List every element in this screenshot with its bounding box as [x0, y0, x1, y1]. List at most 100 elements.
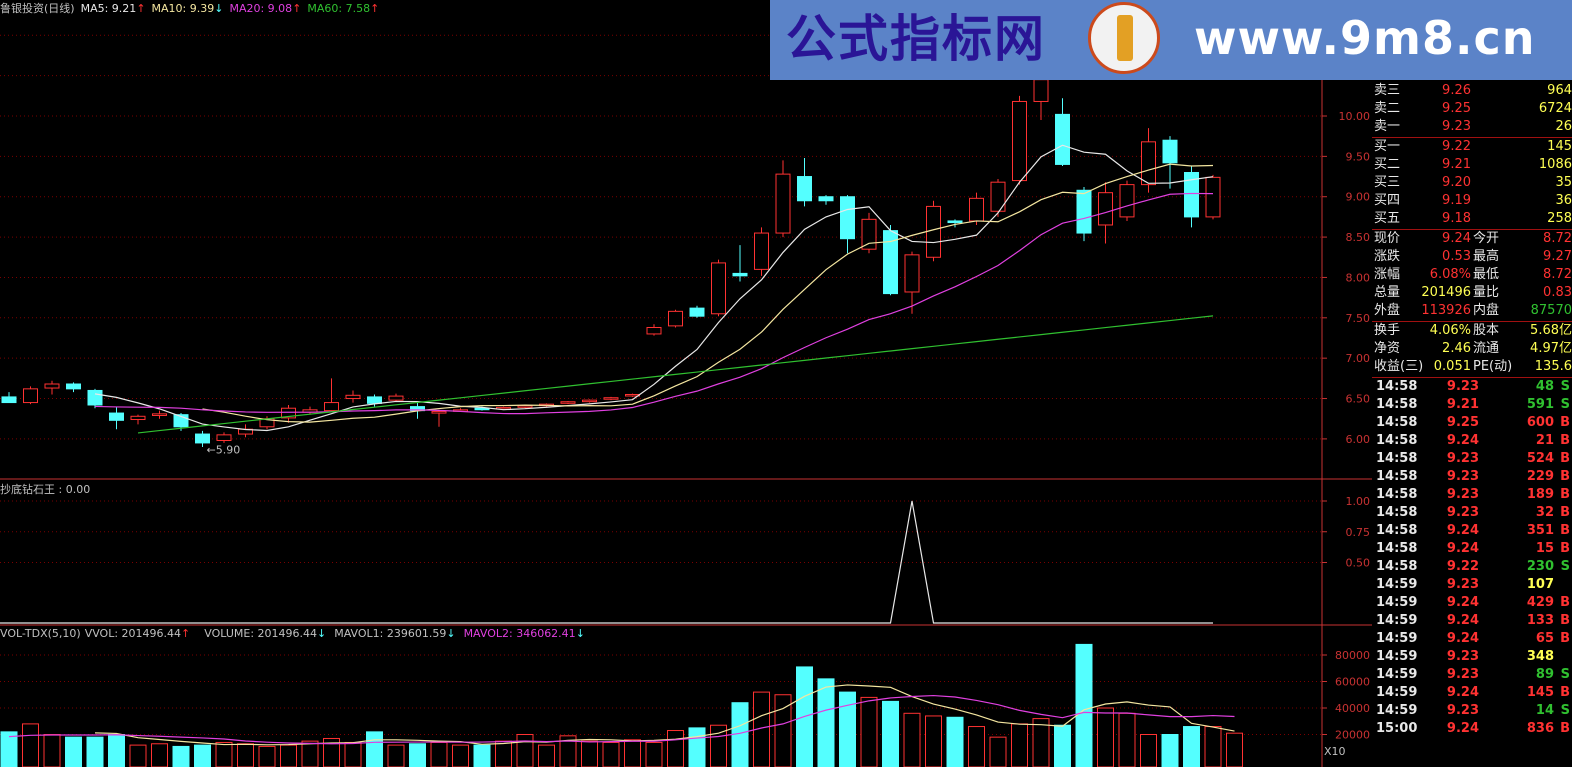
- ma60-value: MA60: 7.58: [307, 2, 371, 15]
- bid-volume: 35: [1555, 175, 1572, 190]
- bid-row: 买一 9.22 145: [1372, 138, 1572, 156]
- candle: [797, 176, 812, 202]
- stat-value: 4.06%: [1429, 323, 1471, 338]
- candle: [130, 415, 146, 421]
- ask-price: 9.23: [1442, 119, 1471, 134]
- tick-time: 14:58: [1376, 451, 1418, 466]
- tick-row: 14:58 9.24 15 B: [1372, 540, 1572, 558]
- stat-row: 现价 9.24 今开 8.72: [1372, 230, 1572, 248]
- tick-row: 14:59 9.23 348: [1372, 648, 1572, 666]
- stat-value: 8.72: [1543, 267, 1572, 282]
- ma20-arrow-icon: ↑: [292, 2, 302, 15]
- tick-row: 14:58 9.23 32 B: [1372, 504, 1572, 522]
- tick-side: S: [1560, 667, 1570, 682]
- tick-time: 14:58: [1376, 433, 1418, 448]
- candle: [732, 272, 748, 277]
- tick-volume: 14: [1535, 703, 1554, 718]
- tick-time: 14:59: [1376, 667, 1418, 682]
- candle: [195, 433, 210, 444]
- tick-side: B: [1560, 451, 1570, 466]
- tick-volume: 351: [1526, 523, 1554, 538]
- tick-side: B: [1560, 685, 1570, 700]
- tick-price: 9.21: [1446, 397, 1479, 412]
- tick-price: 9.24: [1446, 613, 1479, 628]
- quote-panel: 卖三 9.26 964 卖二 9.25 6724 卖一 9.23 26 买一 9.22 145 买二 9.…: [1372, 80, 1572, 767]
- candle: [711, 262, 726, 315]
- mavol2-value: MAVOL2: 346062.41: [463, 627, 576, 640]
- tick-price: 9.23: [1446, 667, 1479, 682]
- tick-row: 14:58 9.23 48 S: [1372, 378, 1572, 396]
- tick-volume: 429: [1526, 595, 1554, 610]
- stat-label: 外盘: [1374, 303, 1401, 318]
- volume-bar: [989, 736, 1007, 767]
- mavol2-arrow-icon: ↓: [575, 627, 585, 640]
- tick-row: 14:58 9.23 524 B: [1372, 450, 1572, 468]
- price-tick-label: 6.00: [1346, 433, 1371, 446]
- volume-bar: [215, 741, 233, 767]
- ask-price: 9.25: [1442, 101, 1471, 116]
- stat-label: 今开: [1473, 231, 1500, 246]
- ask-label: 卖二: [1374, 101, 1401, 116]
- stat-label: 流通: [1473, 341, 1500, 356]
- tick-time: 14:58: [1376, 415, 1418, 430]
- volume-bar: [366, 731, 383, 767]
- candle: [1098, 192, 1113, 226]
- ask-row: 卖三 9.26 964: [1372, 82, 1572, 100]
- tick-row: 15:00 9.24 836 B: [1372, 720, 1572, 738]
- tick-row: 14:59 9.23 89 S: [1372, 666, 1572, 684]
- bid-row: 买三 9.20 35: [1372, 174, 1572, 192]
- stock-chart-area[interactable]: 10.00 9.50 9.00 8.50 8.00 7.50 7.00 6.50 6.00 ←5.…: [0, 0, 1372, 767]
- volume-bar: [129, 744, 147, 767]
- vvol-value: VVOL: 201496.44: [84, 627, 182, 640]
- volume-bar: [667, 730, 684, 767]
- stat-label: 内盘: [1473, 303, 1500, 318]
- candle: [775, 173, 791, 234]
- tick-time: 15:00: [1376, 721, 1418, 736]
- stat-value: 5.68亿: [1530, 323, 1572, 338]
- tick-side: S: [1560, 559, 1570, 574]
- stat-label: 总量: [1374, 285, 1401, 300]
- candle: [646, 326, 662, 335]
- stat-value: 0.051: [1433, 359, 1471, 374]
- volume-bar: [430, 741, 448, 767]
- tick-volume: 65: [1535, 631, 1554, 646]
- tick-time: 14:58: [1376, 487, 1418, 502]
- bid-row: 买二 9.21 1086: [1372, 156, 1572, 174]
- tick-price: 9.23: [1446, 703, 1479, 718]
- volume-bar: [1075, 643, 1093, 767]
- candle: [431, 410, 447, 414]
- volume-bar: [43, 734, 61, 767]
- price-tick-label: 7.00: [1346, 352, 1371, 365]
- tick-row: 14:58 9.22 230 S: [1372, 558, 1572, 576]
- stat-row: 涨跌 0.53 最高 9.27: [1372, 248, 1572, 266]
- ma5-value: MA5: 9.21: [80, 2, 137, 15]
- candle: [367, 396, 382, 404]
- volume-bar: [645, 741, 663, 767]
- candle: [44, 383, 60, 389]
- price-tick-label: 8.50: [1346, 231, 1371, 244]
- tick-volume: 229: [1526, 469, 1554, 484]
- low-price-annotation: ←5.90: [207, 443, 241, 456]
- tick-time: 14:59: [1376, 703, 1418, 718]
- tick-volume: 107: [1526, 577, 1554, 592]
- tick-time: 14:58: [1376, 523, 1418, 538]
- tick-price: 9.24: [1446, 595, 1479, 610]
- candle: [1076, 189, 1092, 234]
- volume-bar: [1054, 724, 1071, 767]
- stat-row: 净资 2.46 流通 4.97亿: [1372, 340, 1572, 358]
- indicator-tick-label: 1.00: [1346, 495, 1371, 508]
- tick-price: 9.23: [1446, 451, 1479, 466]
- candle: [582, 399, 597, 403]
- stat-label: 量比: [1473, 285, 1500, 300]
- tick-side: S: [1560, 703, 1570, 718]
- tick-time: 14:59: [1376, 649, 1418, 664]
- tick-side: B: [1560, 541, 1570, 556]
- bid-volume: 258: [1547, 211, 1572, 226]
- ma60-arrow-icon: ↑: [370, 2, 380, 15]
- tick-price: 9.24: [1446, 721, 1479, 736]
- ma10-arrow-icon: ↓: [214, 2, 224, 15]
- bid-label: 买五: [1374, 211, 1401, 226]
- tick-row: 14:59 9.24 133 B: [1372, 612, 1572, 630]
- ask-volume: 6724: [1538, 101, 1572, 116]
- volume-tick-label: 80000: [1335, 649, 1370, 662]
